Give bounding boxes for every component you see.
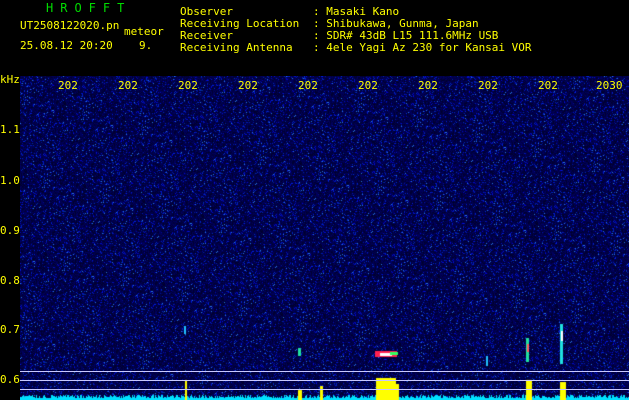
x-tick-label: 202 bbox=[478, 79, 498, 92]
marker-line bbox=[20, 371, 629, 372]
y-tick-label: 1.0 bbox=[0, 174, 20, 187]
datetime-label: 25.08.12 20:20 bbox=[20, 39, 113, 52]
count-label: 9. bbox=[139, 39, 153, 52]
marker-line bbox=[20, 389, 629, 390]
antenna-key: Receiving Antenna bbox=[180, 41, 293, 54]
x-tick-label: 2030 bbox=[596, 79, 623, 92]
app-title: HROFFT bbox=[46, 1, 132, 15]
y-tick-label: 0.9 bbox=[0, 224, 20, 237]
x-tick-label: 202 bbox=[418, 79, 438, 92]
y-tick-label: 0.6 bbox=[0, 373, 20, 386]
marker-line bbox=[20, 380, 629, 381]
y-tick-label: 0.8 bbox=[0, 274, 20, 287]
filename-label: UT2508122020.pn bbox=[20, 19, 120, 32]
x-tick-label: 202 bbox=[178, 79, 198, 92]
meteor-tag: meteor bbox=[124, 25, 164, 38]
y-unit-label: kHz bbox=[0, 73, 20, 86]
x-tick-label: 202 bbox=[58, 79, 78, 92]
y-tick-label: 1.1 bbox=[0, 123, 20, 136]
x-tick-label: 202 bbox=[298, 79, 318, 92]
antenna-value: : 4ele Yagi Az 230 for Kansai VOR bbox=[313, 41, 532, 54]
spectrogram-plot bbox=[20, 76, 629, 400]
x-tick-label: 202 bbox=[538, 79, 558, 92]
x-tick-label: 202 bbox=[358, 79, 378, 92]
y-tick-label: 0.7 bbox=[0, 323, 20, 336]
spectrogram-canvas bbox=[20, 76, 629, 400]
x-tick-label: 202 bbox=[118, 79, 138, 92]
x-tick-label: 202 bbox=[238, 79, 258, 92]
